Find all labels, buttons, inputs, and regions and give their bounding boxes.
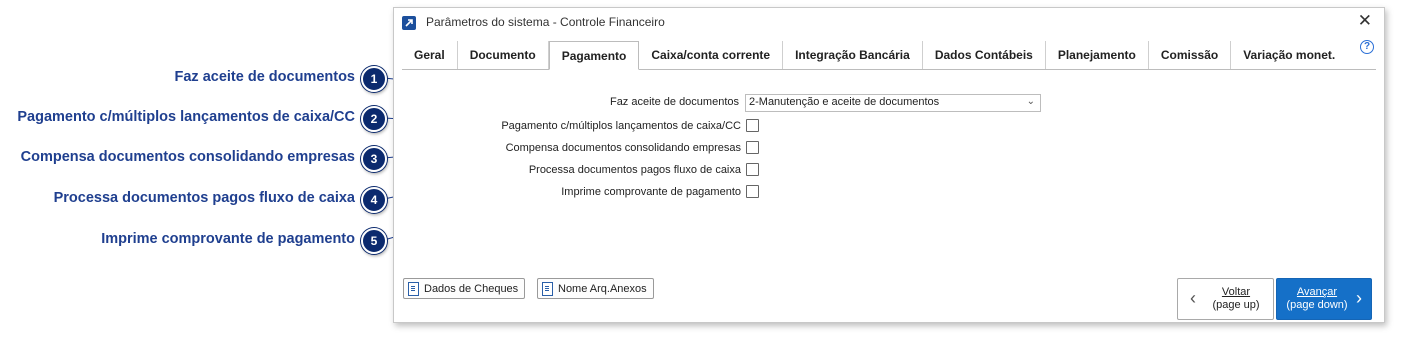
imprime-label: Imprime comprovante de pagamento	[561, 186, 741, 198]
parameters-dialog: Parâmetros do sistema - Controle Finance…	[393, 7, 1385, 323]
compensa-checkbox[interactable]	[746, 141, 759, 154]
tab-dados-contabeis[interactable]: Dados Contábeis	[923, 41, 1046, 69]
nome-arq-anexos-label: Nome Arq.Anexos	[558, 282, 647, 295]
app-icon	[402, 16, 416, 30]
chevron-right-icon: ›	[1356, 288, 1362, 308]
pagamento-multiplos-label: Pagamento c/múltiplos lançamentos de cai…	[501, 120, 741, 132]
voltar-label: Voltar	[1221, 286, 1251, 298]
faz-aceite-value: 2-Manutenção e aceite de documentos	[749, 96, 940, 108]
dados-cheques-button[interactable]: Dados de Cheques	[403, 278, 526, 299]
tab-bar: Geral Documento Pagamento Caixa/conta co…	[402, 41, 1347, 70]
document-icon	[542, 281, 553, 296]
callout-badge-5: 5	[361, 228, 387, 254]
tab-planejamento[interactable]: Planejamento	[1046, 41, 1149, 69]
callout-badge-4: 4	[361, 187, 387, 213]
processa-checkbox[interactable]	[746, 163, 759, 176]
chevron-down-icon: ⌄	[1026, 96, 1035, 107]
tab-caixa-conta-corrente[interactable]: Caixa/conta corrente	[639, 41, 784, 69]
callout-label-2: Pagamento c/múltiplos lançamentos de cai…	[17, 109, 355, 125]
document-icon	[408, 281, 419, 296]
tab-documento[interactable]: Documento	[458, 41, 549, 69]
processa-label: Processa documentos pagos fluxo de caixa	[528, 164, 741, 176]
avancar-label: Avançar	[1296, 286, 1338, 298]
chevron-left-icon: ‹	[1190, 288, 1196, 308]
tab-pagamento[interactable]: Pagamento	[548, 41, 640, 70]
tab-geral[interactable]: Geral	[402, 41, 458, 69]
title-bar: Parâmetros do sistema - Controle Finance…	[394, 8, 1384, 36]
close-icon[interactable]: ✕	[1358, 11, 1372, 31]
tab-integracao-bancaria[interactable]: Integração Bancária	[783, 41, 923, 69]
imprime-checkbox[interactable]	[746, 185, 759, 198]
dados-cheques-label: Dados de Cheques	[424, 282, 519, 295]
callout-badge-2: 2	[361, 106, 387, 132]
avancar-shortcut: (page down)	[1286, 299, 1348, 311]
tab-comissao[interactable]: Comissão	[1149, 41, 1232, 69]
window-title: Parâmetros do sistema - Controle Finance…	[426, 15, 665, 29]
pagamento-multiplos-checkbox[interactable]	[746, 119, 759, 132]
callout-badge-1: 1	[361, 66, 387, 92]
callout-label-5: Imprime comprovante de pagamento	[101, 231, 355, 247]
callout-badge-3: 3	[361, 146, 387, 172]
help-icon[interactable]: ?	[1360, 40, 1374, 54]
tab-variacao-monet[interactable]: Variação monet.	[1231, 41, 1347, 69]
avancar-button[interactable]: Avançar (page down) ›	[1276, 278, 1372, 320]
callout-label-4: Processa documentos pagos fluxo de caixa	[53, 190, 355, 206]
faz-aceite-select[interactable]: 2-Manutenção e aceite de documentos ⌄	[745, 94, 1041, 112]
nome-arq-anexos-button[interactable]: Nome Arq.Anexos	[537, 278, 654, 299]
callout-label-3: Compensa documentos consolidando empresa…	[20, 149, 355, 165]
voltar-shortcut: (page up)	[1212, 299, 1260, 311]
compensa-label: Compensa documentos consolidando empresa…	[505, 142, 741, 154]
faz-aceite-label: Faz aceite de documentos	[609, 96, 739, 108]
callout-label-1: Faz aceite de documentos	[174, 69, 356, 85]
voltar-button[interactable]: ‹ Voltar (page up)	[1177, 278, 1274, 320]
